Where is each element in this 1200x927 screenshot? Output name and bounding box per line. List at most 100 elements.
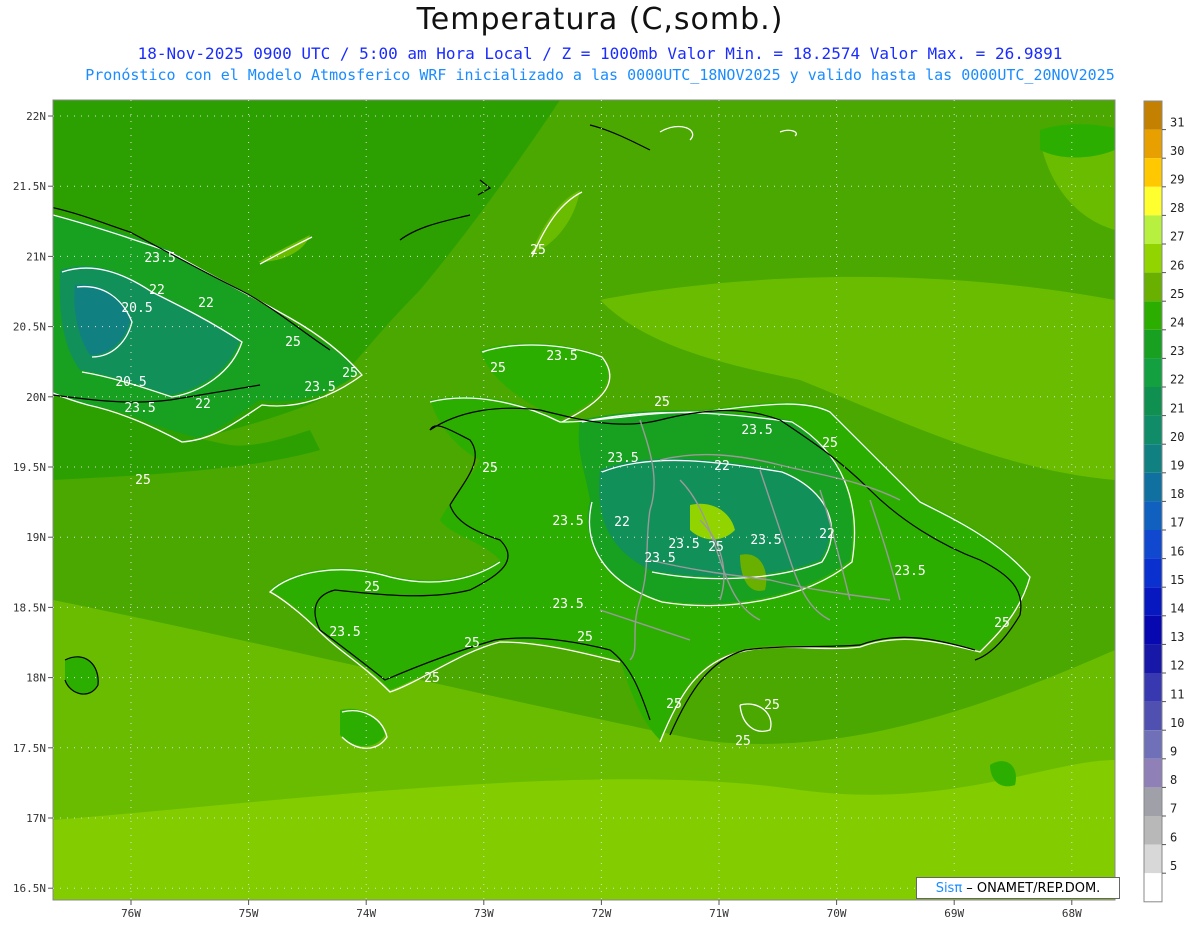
contour-label: 25 <box>708 540 724 555</box>
legend-swatch <box>1144 358 1162 387</box>
contour-label: 23.5 <box>329 625 360 640</box>
legend-swatch <box>1144 701 1162 731</box>
latitude-labels: 22N 21.5N 21N 20.5N 20N 19.5N 19N 18.5N 18N 17.5N… <box>13 110 53 895</box>
sis-logo-text: Sisπ <box>935 881 963 896</box>
contour-label: 23.5 <box>124 401 155 416</box>
contour-label: 25 <box>464 636 480 651</box>
legend-label: 23 <box>1170 344 1184 358</box>
legend-label: 17 <box>1170 516 1184 530</box>
contour-label: 23.5 <box>552 597 583 612</box>
legend-label: 19 <box>1170 459 1184 473</box>
legend-swatch <box>1144 129 1162 159</box>
contour-label: 25 <box>654 395 670 410</box>
lon-label: 69W <box>944 907 964 920</box>
legend-swatch <box>1144 558 1162 588</box>
lat-label: 21.5N <box>13 180 46 193</box>
legend-label: 21 <box>1170 401 1184 415</box>
legend-label: 28 <box>1170 201 1184 215</box>
legend-label: 20 <box>1170 430 1184 444</box>
lat-label: 20N <box>26 391 46 404</box>
contour-label: 23.5 <box>741 423 772 438</box>
contour-label: 22 <box>714 459 730 474</box>
lon-label: 76W <box>121 907 141 920</box>
contour-label: 25 <box>135 473 151 488</box>
lon-label: 74W <box>356 907 376 920</box>
legend-swatch <box>1144 844 1162 874</box>
legend-swatch <box>1144 730 1162 759</box>
lon-label: 71W <box>709 907 729 920</box>
contour-label: 25 <box>530 243 546 258</box>
contour-label: 25 <box>342 366 358 381</box>
legend-label: 26 <box>1170 258 1184 272</box>
legend-swatch <box>1144 530 1162 559</box>
legend-swatch <box>1144 272 1162 302</box>
legend-label: 6 <box>1170 830 1177 844</box>
legend-label: 16 <box>1170 544 1184 558</box>
contour-label: 25 <box>994 616 1010 631</box>
lat-label: 18.5N <box>13 601 46 614</box>
lon-label: 75W <box>239 907 259 920</box>
turks-caicos <box>1040 124 1115 158</box>
legend-swatch <box>1144 673 1162 702</box>
contour-label: 25 <box>285 335 301 350</box>
legend-label: 15 <box>1170 573 1184 587</box>
contour-label: 22 <box>198 296 214 311</box>
contour-label: 23.5 <box>144 251 175 266</box>
legend-swatch <box>1144 387 1162 416</box>
contour-label: 25 <box>735 734 751 749</box>
contour-label: 23.5 <box>304 380 335 395</box>
legend-swatch <box>1144 587 1162 616</box>
contour-label: 23.5 <box>750 533 781 548</box>
contour-label: 25 <box>764 698 780 713</box>
temperature-map: 22N 21.5N 21N 20.5N 20N 19.5N 19N 18.5N 18N 17.5N… <box>13 99 1184 920</box>
legend-label: 11 <box>1170 687 1184 701</box>
legend-label: 12 <box>1170 659 1184 673</box>
legend-swatch <box>1144 329 1162 359</box>
lat-label: 17.5N <box>13 742 46 755</box>
lat-label: 17N <box>26 812 46 825</box>
legend-swatch <box>1144 415 1162 445</box>
legend-swatch <box>1144 816 1162 845</box>
legend-label: 24 <box>1170 316 1184 330</box>
contour-label: 25 <box>666 697 682 712</box>
legend-swatch <box>1144 215 1162 244</box>
legend-swatch <box>1144 758 1162 788</box>
legend-label: 10 <box>1170 716 1184 730</box>
legend-swatch <box>1144 244 1162 273</box>
contour-label: 23.5 <box>894 564 925 579</box>
legend-swatch <box>1144 615 1162 645</box>
legend-swatch <box>1144 472 1162 502</box>
contour-label: 25 <box>424 671 440 686</box>
legend-label: 5 <box>1170 859 1177 873</box>
legend-label: 29 <box>1170 173 1184 187</box>
lat-label: 18N <box>26 672 46 685</box>
legend-label: 22 <box>1170 373 1184 387</box>
lat-label: 22N <box>26 110 46 123</box>
contour-label: 22 <box>195 397 211 412</box>
legend-swatch <box>1144 301 1162 330</box>
legend-label: 13 <box>1170 630 1184 644</box>
contour-label: 23.5 <box>668 537 699 552</box>
legend-swatch <box>1144 186 1162 216</box>
legend-label: 7 <box>1170 802 1177 816</box>
legend-swatch <box>1144 158 1162 187</box>
lon-label: 70W <box>827 907 847 920</box>
legend-swatch <box>1144 787 1162 816</box>
lat-label: 16.5N <box>13 882 46 895</box>
lat-label: 20.5N <box>13 321 46 334</box>
lat-label: 19.5N <box>13 461 46 474</box>
lon-label: 73W <box>474 907 494 920</box>
legend-swatch <box>1144 444 1162 473</box>
contour-label: 20.5 <box>115 375 146 390</box>
legend-label: 31 <box>1170 115 1184 129</box>
legend-swatch <box>1144 501 1162 530</box>
contour-label: 22 <box>819 527 835 542</box>
legend-label: 30 <box>1170 144 1184 158</box>
legend-swatch <box>1144 644 1162 673</box>
legend-swatch <box>1144 101 1162 130</box>
legend-label: 9 <box>1170 745 1177 759</box>
legend-label: 14 <box>1170 602 1184 616</box>
legend-label: 8 <box>1170 773 1177 787</box>
contour-label: 20.5 <box>121 301 152 316</box>
contour-label: 23.5 <box>644 551 675 566</box>
